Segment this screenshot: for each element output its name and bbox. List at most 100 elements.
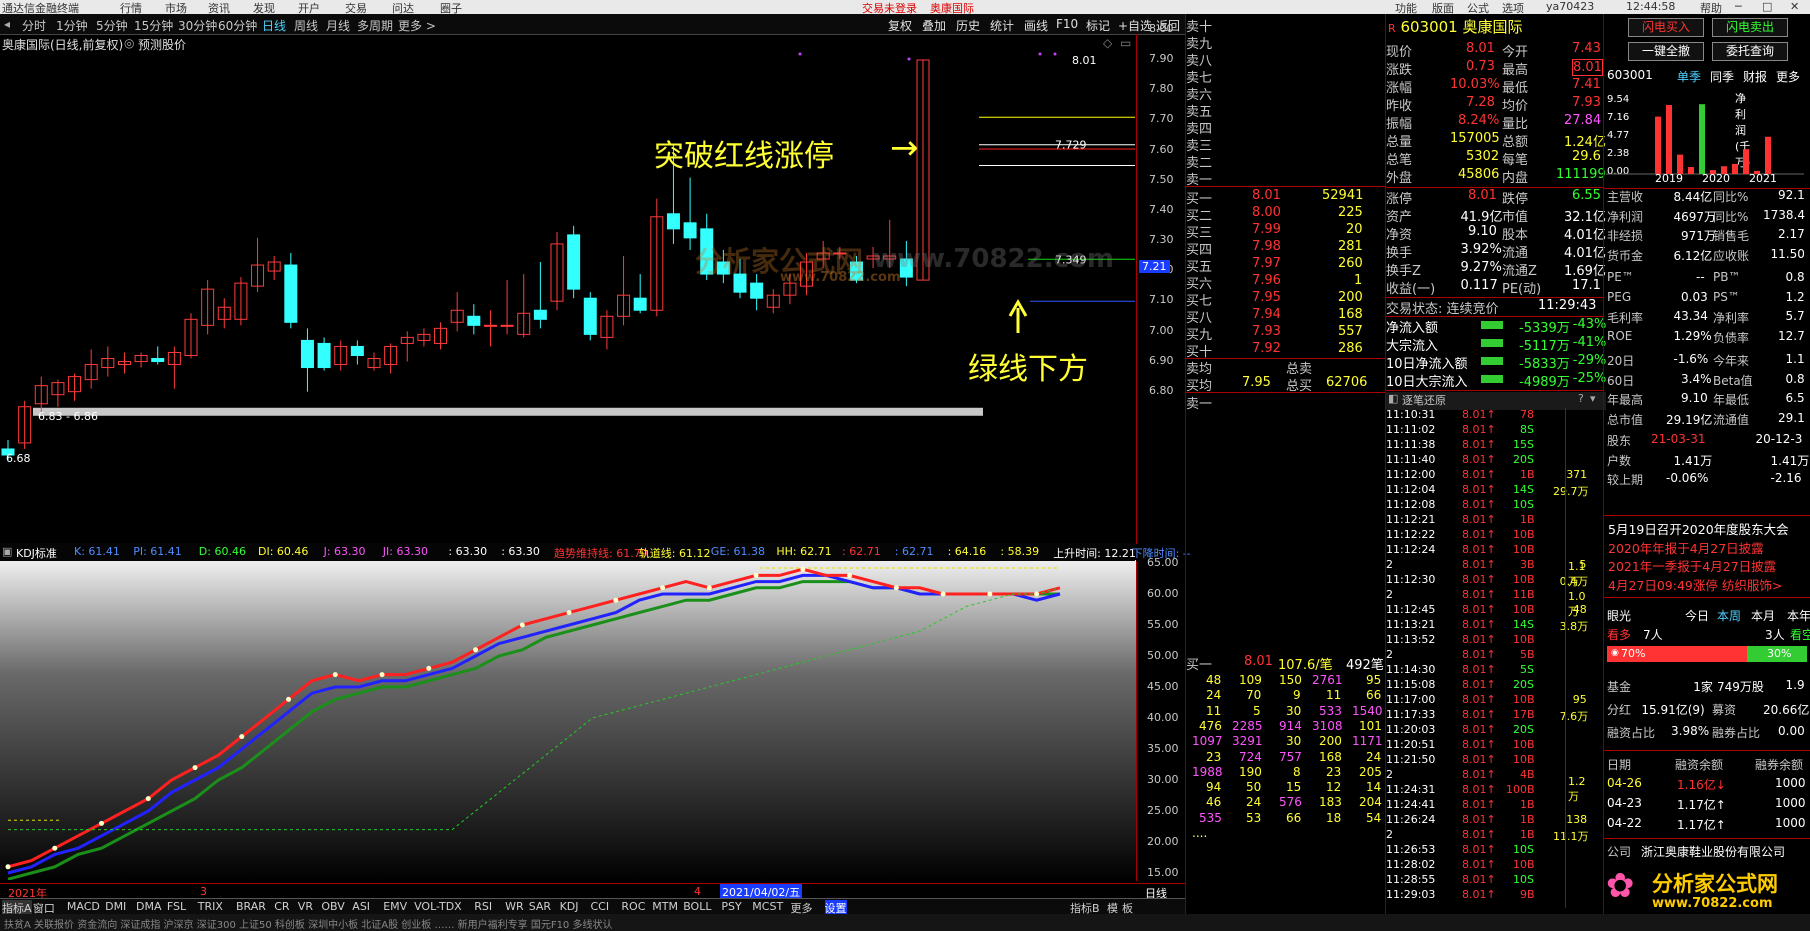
tick-time: 11:20:51 [1386, 738, 1436, 751]
indicator-tab[interactable]: ROC [621, 900, 645, 913]
help-button[interactable]: 帮助 [1700, 0, 1722, 14]
indicator-tab[interactable]: VOL-TDX [414, 900, 462, 913]
indicator-tab[interactable]: FSL [167, 900, 186, 913]
period-tab-monthly[interactable]: 月线 [326, 17, 350, 34]
tick-time: 11:17:00 [1386, 693, 1436, 706]
indicator-tab[interactable]: VR [298, 900, 313, 913]
indicator-tab[interactable]: OBV [321, 900, 344, 913]
indicator-tab[interactable]: PSY [721, 900, 741, 913]
label-7729: 7.729 [1055, 139, 1087, 152]
f10-button-1[interactable]: 闪电卖出 [1712, 18, 1788, 37]
f10-value: 6.12亿 [1673, 248, 1713, 263]
kdj-chart[interactable] [0, 560, 1140, 880]
menu-circle[interactable]: 圈子 [440, 0, 462, 14]
tick-time: 11:17:33 [1386, 708, 1436, 721]
f10-button-2[interactable]: 一键全撤 [1628, 42, 1704, 61]
period-tab-1min[interactable]: 1分钟 [56, 17, 88, 34]
quote-label: 均价 [1502, 99, 1529, 114]
menu-market[interactable]: 市场 [165, 0, 187, 14]
menu-open-account[interactable]: 开户 [298, 0, 320, 14]
period-tab-weekly[interactable]: 周线 [294, 17, 318, 34]
period-tab-15min[interactable]: 15分钟 [134, 17, 173, 34]
sentiment-col[interactable]: 本月 [1751, 607, 1775, 624]
sentiment-col[interactable]: 本周 [1717, 607, 1741, 624]
f10-value: 1738.4 [1763, 207, 1805, 222]
period-tab-daily[interactable]: 日线 [262, 17, 286, 34]
overlay-button[interactable]: 叠加 [922, 17, 946, 34]
indicator-tab[interactable]: TRIX [198, 900, 223, 913]
sentiment-col[interactable]: 今日 [1685, 607, 1709, 624]
f10-button[interactable]: F10 [1056, 17, 1078, 31]
f10-button-3[interactable]: 委托查询 [1712, 42, 1788, 61]
trade-login-status[interactable]: 交易未登录 [862, 0, 917, 14]
add-watchlist-button[interactable]: +自选 [1118, 17, 1152, 34]
indicator-tab[interactable]: MACD [67, 900, 100, 913]
indicator-tab[interactable]: KDJ [560, 900, 579, 913]
tick-time: 11:20:03 [1386, 723, 1436, 736]
adjust-button[interactable]: 复权 [888, 17, 912, 34]
trade-status: 交易状态: 连续竞价 [1386, 302, 1499, 317]
kdj-name: KDJ标准 [16, 547, 57, 560]
kdj-param: D: 60.46 [198, 545, 246, 558]
f10-row: PE™ -- PB™ 0.8 [1605, 270, 1810, 288]
tick-time: 11:12:08 [1386, 498, 1436, 511]
period-tab-timeshare[interactable]: 分时 [22, 17, 46, 34]
period-tab-5min[interactable]: 5分钟 [96, 17, 128, 34]
indicator-tab[interactable]: SAR [529, 900, 551, 913]
indicator-tab[interactable]: DMI [105, 900, 126, 913]
indicator-tab[interactable]: WR [505, 900, 524, 913]
f10-tab[interactable]: 同季 [1710, 68, 1734, 85]
queue-cell: 30 [1286, 734, 1302, 749]
minimize-button[interactable]: ─ [1735, 0, 1742, 13]
menu-wenda[interactable]: 问达 [392, 0, 414, 14]
menu-options[interactable]: 选项 [1502, 0, 1524, 14]
period-tab-60min[interactable]: 60分钟 [218, 17, 257, 34]
f10-tab[interactable]: 单季 [1677, 68, 1701, 85]
indicator-tab[interactable]: RSI [474, 900, 492, 913]
kdj-dot [1034, 591, 1040, 597]
menu-trade[interactable]: 交易 [345, 0, 367, 14]
user-name[interactable]: ya70423 [1546, 0, 1594, 13]
f10-tab[interactable]: 财报 [1743, 68, 1767, 85]
bid1-label: 卖一 [1186, 397, 1213, 412]
maximize-button[interactable]: □ [1762, 0, 1772, 13]
indicator-tab[interactable]: BOLL [683, 900, 711, 913]
indicator-tab[interactable]: EMV [383, 900, 407, 913]
panel-toggle-icon[interactable]: ▭ [1120, 36, 1131, 50]
menu-quotes[interactable]: 行情 [120, 0, 142, 14]
indicator-tab[interactable]: MTM [652, 900, 678, 913]
net-profit-bar-chart: 9.54 7.16 4.77 2.38 0.00 [1606, 94, 1804, 177]
sentiment-col[interactable]: 本年 [1787, 607, 1810, 624]
period-tab-30min[interactable]: 30分钟 [178, 17, 217, 34]
collapse-icon[interactable]: ◂ [4, 17, 10, 31]
indicator-tab[interactable]: ASI [352, 900, 370, 913]
menu-function[interactable]: 功能 [1395, 0, 1417, 14]
stats-button[interactable]: 统计 [990, 17, 1014, 34]
f10-label: PE™ [1607, 270, 1634, 284]
forecast-icon[interactable]: ◎ [124, 36, 134, 50]
indicator-tab[interactable]: MCST [752, 900, 783, 913]
menu-discover[interactable]: 发现 [253, 0, 275, 14]
close-button[interactable]: ✕ [1790, 0, 1799, 13]
bid-price: 7.92 [1252, 341, 1281, 356]
indicator-tab[interactable]: CCI [591, 900, 610, 913]
flow-label: 净流入额 [1386, 321, 1439, 336]
settings-diamond-icon[interactable]: ◇ [1103, 36, 1112, 50]
queue-cell: 1988 [1192, 764, 1223, 779]
menu-news[interactable]: 资讯 [208, 0, 230, 14]
mark-button[interactable]: 标记 [1086, 17, 1110, 34]
f10-label: 净利润 [1607, 209, 1644, 224]
indicator-tab[interactable]: BRAR [236, 900, 266, 913]
queue-cell: 168 [1319, 749, 1342, 764]
history-button[interactable]: 历史 [956, 17, 980, 34]
draw-button[interactable]: 画线 [1024, 17, 1048, 34]
indicator-tab[interactable]: CR [274, 900, 289, 913]
indicator-tab[interactable]: DMA [136, 900, 162, 913]
candlestick-chart[interactable]: 8.017.7297.3496.83 - 6.866.68 [0, 50, 1140, 540]
menu-layout[interactable]: 版面 [1432, 0, 1454, 14]
period-tab-multi[interactable]: 多周期 [357, 17, 393, 34]
f10-button-0[interactable]: 闪电买入 [1628, 18, 1704, 37]
period-tab-more[interactable]: 更多 > [398, 17, 436, 34]
f10-tab[interactable]: 更多 [1776, 68, 1800, 85]
menu-formula[interactable]: 公式 [1467, 0, 1489, 14]
